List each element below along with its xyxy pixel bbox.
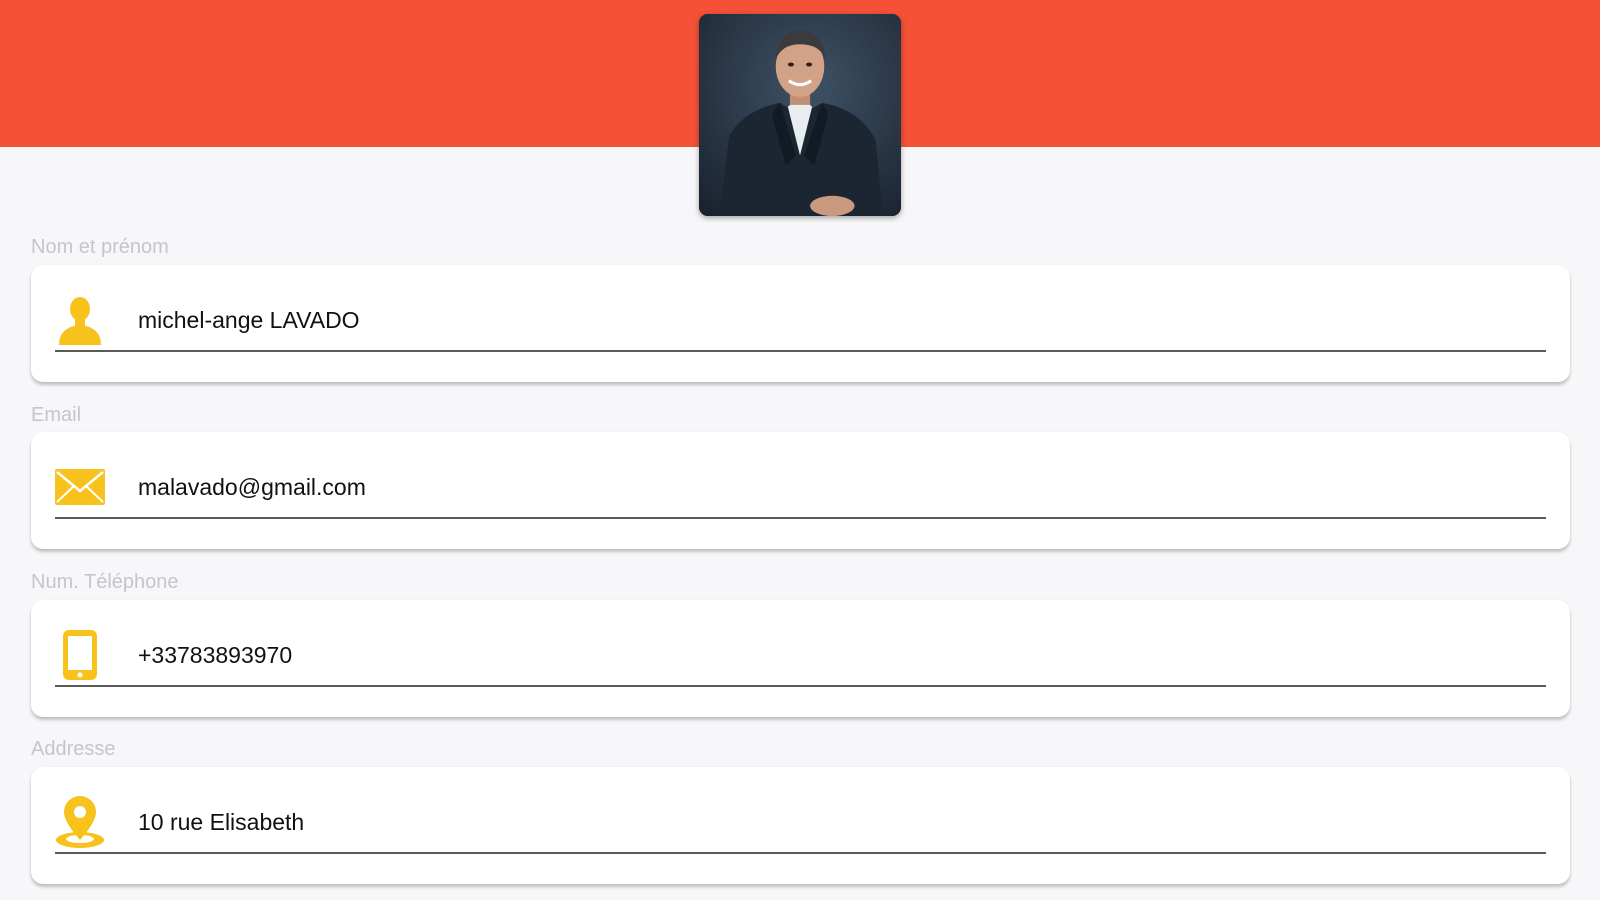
profile-photo xyxy=(699,14,901,216)
address-label: Addresse xyxy=(31,738,116,760)
user-icon xyxy=(55,293,105,347)
name-value[interactable]: michel-ange LAVADO xyxy=(138,307,360,333)
name-field[interactable]: michel-ange LAVADO xyxy=(31,265,1570,382)
address-field[interactable]: 10 rue Elisabeth xyxy=(31,767,1570,884)
name-underline xyxy=(55,350,1546,352)
profile-avatar[interactable] xyxy=(699,14,901,216)
email-label: Email xyxy=(31,404,82,426)
address-value[interactable]: 10 rue Elisabeth xyxy=(138,809,304,835)
phone-underline xyxy=(55,685,1546,687)
phone-field[interactable]: +33783893970 xyxy=(31,600,1570,717)
address-underline xyxy=(55,852,1546,854)
name-label: Nom et prénom xyxy=(31,236,169,258)
phone-label: Num. Téléphone xyxy=(31,571,179,593)
profile-screen: Nom et prénom michel-ange LAVADO Email m… xyxy=(0,0,1600,900)
smartphone-icon xyxy=(55,628,105,682)
map-pin-icon xyxy=(55,795,105,849)
phone-value[interactable]: +33783893970 xyxy=(138,642,292,668)
email-underline xyxy=(55,517,1546,519)
envelope-icon xyxy=(55,460,105,514)
email-field[interactable]: malavado@gmail.com xyxy=(31,432,1570,549)
email-value[interactable]: malavado@gmail.com xyxy=(138,474,366,500)
